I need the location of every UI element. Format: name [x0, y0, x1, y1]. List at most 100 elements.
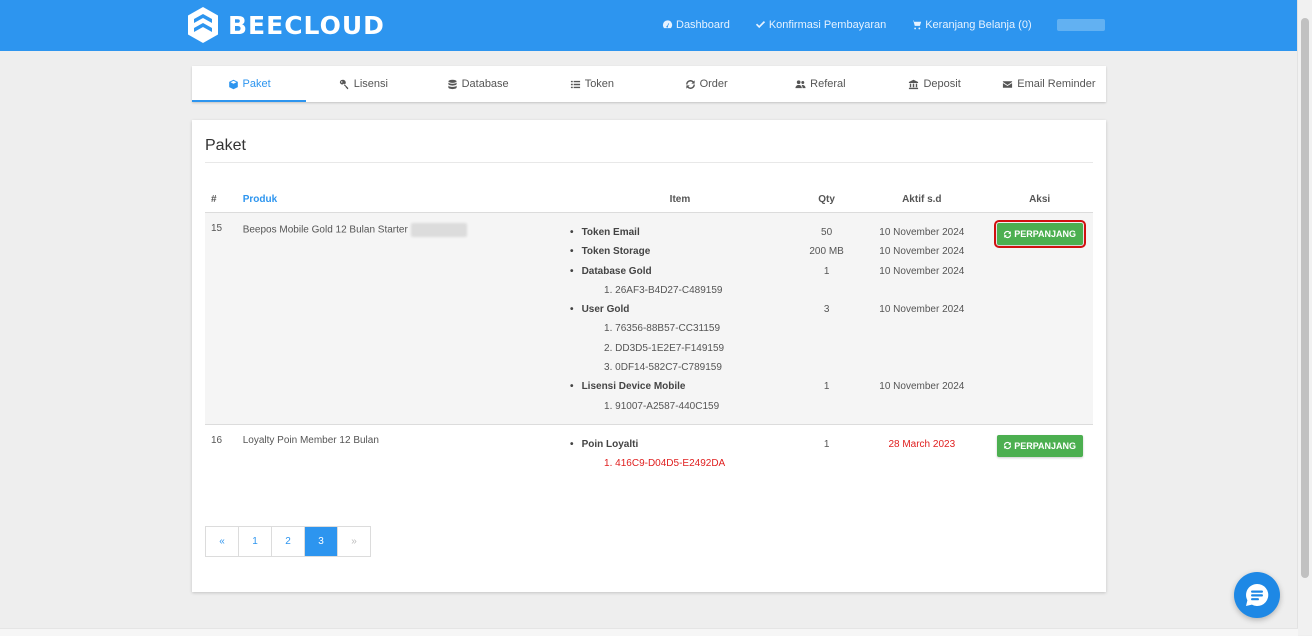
nav-cart-link[interactable]: Keranjang Belanja (0): [911, 18, 1032, 31]
blurred-redaction: [410, 223, 467, 237]
item-license-code: 1. 76356-88B57-CC31159: [604, 323, 721, 335]
perpanjang-button-label: PERPANJANG: [1014, 229, 1077, 239]
pagination-page-2[interactable]: 2: [272, 527, 305, 556]
item-qty: 50: [821, 227, 833, 238]
item-qty: 1: [823, 438, 830, 450]
col-aksi-header: Aksi: [986, 186, 1093, 213]
nav-cart-label: Keranjang Belanja (0): [925, 18, 1032, 31]
tab-database[interactable]: Database: [421, 66, 535, 102]
cube-icon: [228, 79, 238, 89]
row-number: 16: [211, 434, 223, 446]
perpanjang-button[interactable]: PERPANJANG: [996, 434, 1083, 457]
col-item-header: Item: [564, 186, 796, 213]
perpanjang-button-label: PERPANJANG: [1014, 440, 1077, 451]
item-active-until: 10 November 2024: [879, 381, 965, 393]
panel-title: Paket: [205, 137, 246, 154]
item-active-until: 10 November 2024: [879, 227, 965, 238]
row-product-cell: Beepos Mobile Gold 12 Bulan Starter: [236, 212, 565, 425]
paket-table: # Produk Item Qty Aktif s.d Aksi 15 Beep…: [205, 186, 1093, 482]
row-qty-cell: 1: [796, 424, 857, 481]
brand-name: BEECLOUD: [228, 10, 385, 40]
item-qty: 3: [823, 304, 830, 316]
table-row: 16 Loyalty Poin Member 12 Bulan Poin Loy…: [205, 424, 1093, 481]
table-row: 15 Beepos Mobile Gold 12 Bulan Starter T…: [205, 212, 1093, 425]
envelope-icon: [1003, 80, 1013, 88]
item-active-until: 10 November 2024: [879, 265, 965, 277]
panel-divider: [205, 162, 1093, 163]
tab-email-reminder[interactable]: Email Reminder: [992, 66, 1106, 102]
col-qty-header: Qty: [795, 186, 858, 213]
item-name: Poin Loyalti: [582, 435, 790, 454]
tab-order-label: Order: [699, 78, 728, 90]
user-menu-blurred[interactable]: [1056, 19, 1105, 31]
top-navbar: BEECLOUD Dashboard Konfirmasi Pembayaran…: [0, 0, 1298, 51]
row-date-cell: 10 November 2024 10 November 2024 10 Nov…: [857, 212, 987, 425]
users-icon: [795, 79, 806, 88]
item-license-code-expired: 1. 416C9-D04D5-E2492DA: [604, 458, 726, 470]
pagination-prev[interactable]: «: [206, 527, 239, 556]
tab-paket[interactable]: Paket: [192, 66, 307, 102]
item-license-code: 1. 26AF3-B4D27-C489159: [604, 284, 723, 296]
pagination-page-3[interactable]: 3: [305, 527, 338, 556]
item-qty: 1: [823, 265, 830, 277]
nav-konfirmasi-label: Konfirmasi Pembayaran: [768, 18, 887, 31]
refresh-icon: [1004, 442, 1012, 450]
item-name: Database Gold: [582, 262, 790, 281]
row-product-name: Beepos Mobile Gold 12 Bulan Starter: [242, 224, 408, 236]
row-number: 15: [205, 212, 237, 425]
tab-lisensi-label: Lisensi: [353, 78, 388, 90]
col-aktif-header: Aktif s.d: [857, 186, 987, 213]
item-qty: 1: [823, 381, 830, 393]
key-icon: [339, 79, 348, 89]
tab-email-reminder-label: Email Reminder: [1017, 78, 1096, 90]
item-active-until: 10 November 2024: [879, 304, 965, 316]
bee-hexagon-icon: [188, 7, 218, 43]
item-active-until: 10 November 2024: [879, 246, 965, 258]
brand-logo[interactable]: BEECLOUD: [186, 6, 385, 44]
tab-deposit[interactable]: Deposit: [878, 66, 992, 102]
perpanjang-button[interactable]: PERPANJANG: [993, 220, 1086, 248]
col-num-header: #: [205, 186, 237, 213]
tab-referal[interactable]: Referal: [763, 66, 877, 102]
tab-order[interactable]: Order: [649, 66, 763, 102]
tab-token[interactable]: Token: [535, 66, 649, 102]
tab-referal-label: Referal: [810, 78, 846, 90]
row-action-cell: PERPANJANG: [986, 424, 1093, 481]
check-icon: [755, 21, 765, 29]
row-date-cell: 28 March 2023: [857, 424, 986, 481]
refresh-icon: [1004, 230, 1012, 238]
list-icon: [570, 80, 580, 88]
tab-lisensi[interactable]: Lisensi: [306, 66, 420, 102]
pagination-page-1[interactable]: 1: [239, 527, 272, 556]
section-tabs: Paket Lisensi Database Token Order Refer…: [192, 66, 1106, 102]
col-produk-header[interactable]: Produk: [236, 186, 565, 213]
table-header-row: # Produk Item Qty Aktif s.d Aksi: [205, 186, 1093, 213]
nav-dashboard-label: Dashboard: [676, 18, 730, 31]
dashboard-icon: [662, 20, 673, 29]
pagination-next[interactable]: »: [338, 527, 370, 556]
refresh-icon: [685, 79, 695, 89]
page-scrollbar[interactable]: [1297, 0, 1312, 635]
row-action-cell: PERPANJANG: [986, 212, 1093, 425]
row-product-name: Loyalty Poin Member 12 Bulan: [242, 434, 379, 446]
tab-database-label: Database: [461, 78, 509, 90]
item-license-code: 2. DD3D5-1E2E7-F149159: [604, 342, 725, 354]
pagination: « 1 2 3 »: [205, 526, 371, 557]
paket-panel: Paket # Produk Item Qty Aktif s.d Aksi 1…: [192, 120, 1106, 592]
tab-token-label: Token: [584, 78, 615, 90]
top-nav-links: Dashboard Konfirmasi Pembayaran Keranjan…: [662, 18, 1105, 31]
item-license-code: 3. 0DF14-582C7-C789159: [604, 362, 722, 374]
item-license-code: 1. 91007-A2587-440C159: [604, 400, 720, 412]
item-name: Token Email: [582, 223, 790, 242]
item-name: Lisensi Device Mobile: [582, 377, 790, 396]
nav-dashboard-link[interactable]: Dashboard: [662, 18, 730, 31]
cart-icon: [911, 20, 922, 30]
item-name: Token Storage: [582, 242, 790, 261]
tab-deposit-label: Deposit: [923, 78, 961, 90]
row-items-cell: Poin Loyalti 1. 416C9-D04D5-E2492DA: [564, 424, 796, 481]
scrollbar-thumb[interactable]: [1301, 18, 1309, 578]
chat-button[interactable]: [1234, 572, 1280, 618]
nav-konfirmasi-link[interactable]: Konfirmasi Pembayaran: [755, 18, 886, 31]
database-icon: [447, 79, 457, 89]
row-items-cell: Token Email Token Storage Database Gold …: [564, 212, 796, 425]
